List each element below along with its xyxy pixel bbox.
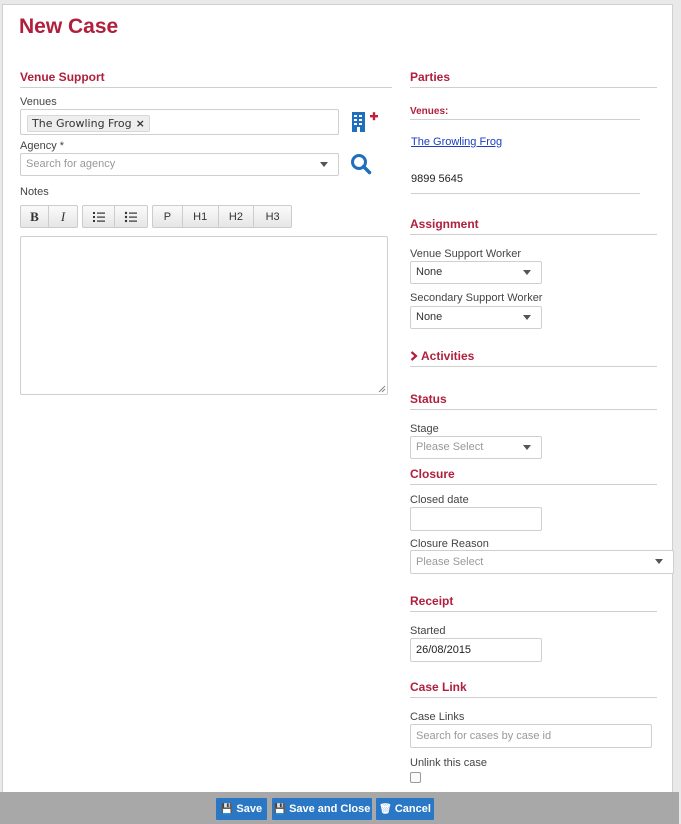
footer-bar: 💾 Save 💾 Save and Close 🗑 Cancel — [0, 792, 679, 824]
trash-icon: 🗑 — [379, 804, 392, 815]
case-links-label: Case Links — [410, 711, 465, 723]
venue-support-worker-select[interactable]: None — [410, 261, 542, 284]
case-links-placeholder: Search for cases by case id — [416, 730, 552, 742]
venue-support-heading: Venue Support — [20, 70, 392, 88]
closure-reason-select[interactable]: Please Select — [410, 550, 674, 574]
italic-button[interactable]: I — [49, 206, 77, 227]
closure-reason-label: Closure Reason — [410, 538, 489, 550]
started-date-input[interactable]: 26/08/2015 — [410, 638, 542, 662]
chevron-down-icon — [523, 315, 531, 320]
save-button[interactable]: 💾 Save — [216, 798, 267, 820]
secondary-support-worker-select[interactable]: None — [410, 306, 542, 329]
activities-heading: Activities — [421, 349, 475, 363]
unordered-list-button[interactable] — [115, 206, 147, 227]
stage-placeholder: Please Select — [416, 441, 484, 453]
stage-select[interactable]: Please Select — [410, 436, 542, 459]
ordered-list-icon — [92, 211, 105, 222]
status-heading: Status — [410, 392, 657, 410]
secondary-support-worker-value: None — [416, 311, 443, 323]
closure-heading: Closure — [410, 467, 657, 485]
receipt-heading: Receipt — [410, 594, 657, 612]
unlink-case-checkbox[interactable] — [410, 772, 421, 783]
venue-tag-remove-icon[interactable]: × — [136, 117, 145, 130]
secondary-support-worker-label: Secondary Support Worker — [410, 292, 543, 304]
case-links-input[interactable]: Search for cases by case id — [410, 724, 652, 748]
page-title: New Case — [19, 15, 119, 38]
h2-button[interactable]: H2 — [219, 206, 255, 227]
bold-button[interactable]: B — [21, 206, 49, 227]
notes-textarea[interactable] — [20, 236, 388, 395]
stage-label: Stage — [410, 423, 439, 435]
venues-input[interactable]: The Growling Frog × — [20, 109, 339, 135]
add-venue-icon[interactable] — [351, 109, 379, 133]
parties-heading: Parties — [410, 70, 657, 88]
started-date-value: 26/08/2015 — [416, 644, 472, 656]
chevron-down-icon — [655, 559, 663, 564]
case-link-heading: Case Link — [410, 680, 657, 698]
chevron-right-icon — [410, 351, 418, 361]
agency-label: Agency * — [20, 140, 65, 152]
parties-venues-label: Venues: — [410, 106, 640, 120]
parties-phone: 9899 5645 — [411, 173, 640, 194]
closed-date-input[interactable] — [410, 507, 542, 531]
save-and-close-button[interactable]: 💾 Save and Close — [272, 798, 372, 820]
venue-tag-label: The Growling Frog — [32, 117, 132, 130]
assignment-heading: Assignment — [410, 217, 657, 235]
h3-button[interactable]: H3 — [254, 206, 291, 227]
search-icon[interactable] — [350, 153, 372, 175]
unordered-list-icon — [124, 211, 137, 222]
cancel-button-label: Cancel — [394, 803, 431, 815]
h1-button[interactable]: H1 — [183, 206, 219, 227]
floppy-disk-icon: 💾 — [273, 804, 287, 815]
venue-support-worker-label: Venue Support Worker — [410, 248, 522, 260]
activities-toggle[interactable]: Activities — [410, 349, 657, 367]
floppy-disk-icon: 💾 — [220, 804, 234, 815]
started-label: Started — [410, 625, 446, 637]
chevron-down-icon — [320, 162, 328, 167]
venue-tag: The Growling Frog × — [27, 115, 150, 132]
new-case-dialog: New Case Venue Support Venues The Growli… — [2, 4, 674, 820]
chevron-down-icon — [523, 270, 531, 275]
agency-select[interactable]: Search for agency — [20, 153, 339, 176]
notes-label: Notes — [20, 186, 49, 198]
ordered-list-button[interactable] — [83, 206, 116, 227]
chevron-down-icon — [523, 445, 531, 450]
parties-venue-link[interactable]: The Growling Frog — [411, 136, 502, 148]
unlink-case-label: Unlink this case — [410, 757, 488, 769]
closure-reason-placeholder: Please Select — [416, 556, 484, 568]
agency-placeholder: Search for agency — [26, 158, 116, 170]
venues-label: Venues — [20, 96, 57, 108]
paragraph-button[interactable]: P — [153, 206, 183, 227]
save-button-label: Save — [236, 803, 263, 815]
resize-handle-icon[interactable] — [378, 385, 386, 393]
cancel-button[interactable]: 🗑 Cancel — [376, 798, 434, 820]
save-and-close-button-label: Save and Close — [289, 803, 371, 815]
closed-date-label: Closed date — [410, 494, 469, 506]
venue-support-worker-value: None — [416, 266, 443, 278]
